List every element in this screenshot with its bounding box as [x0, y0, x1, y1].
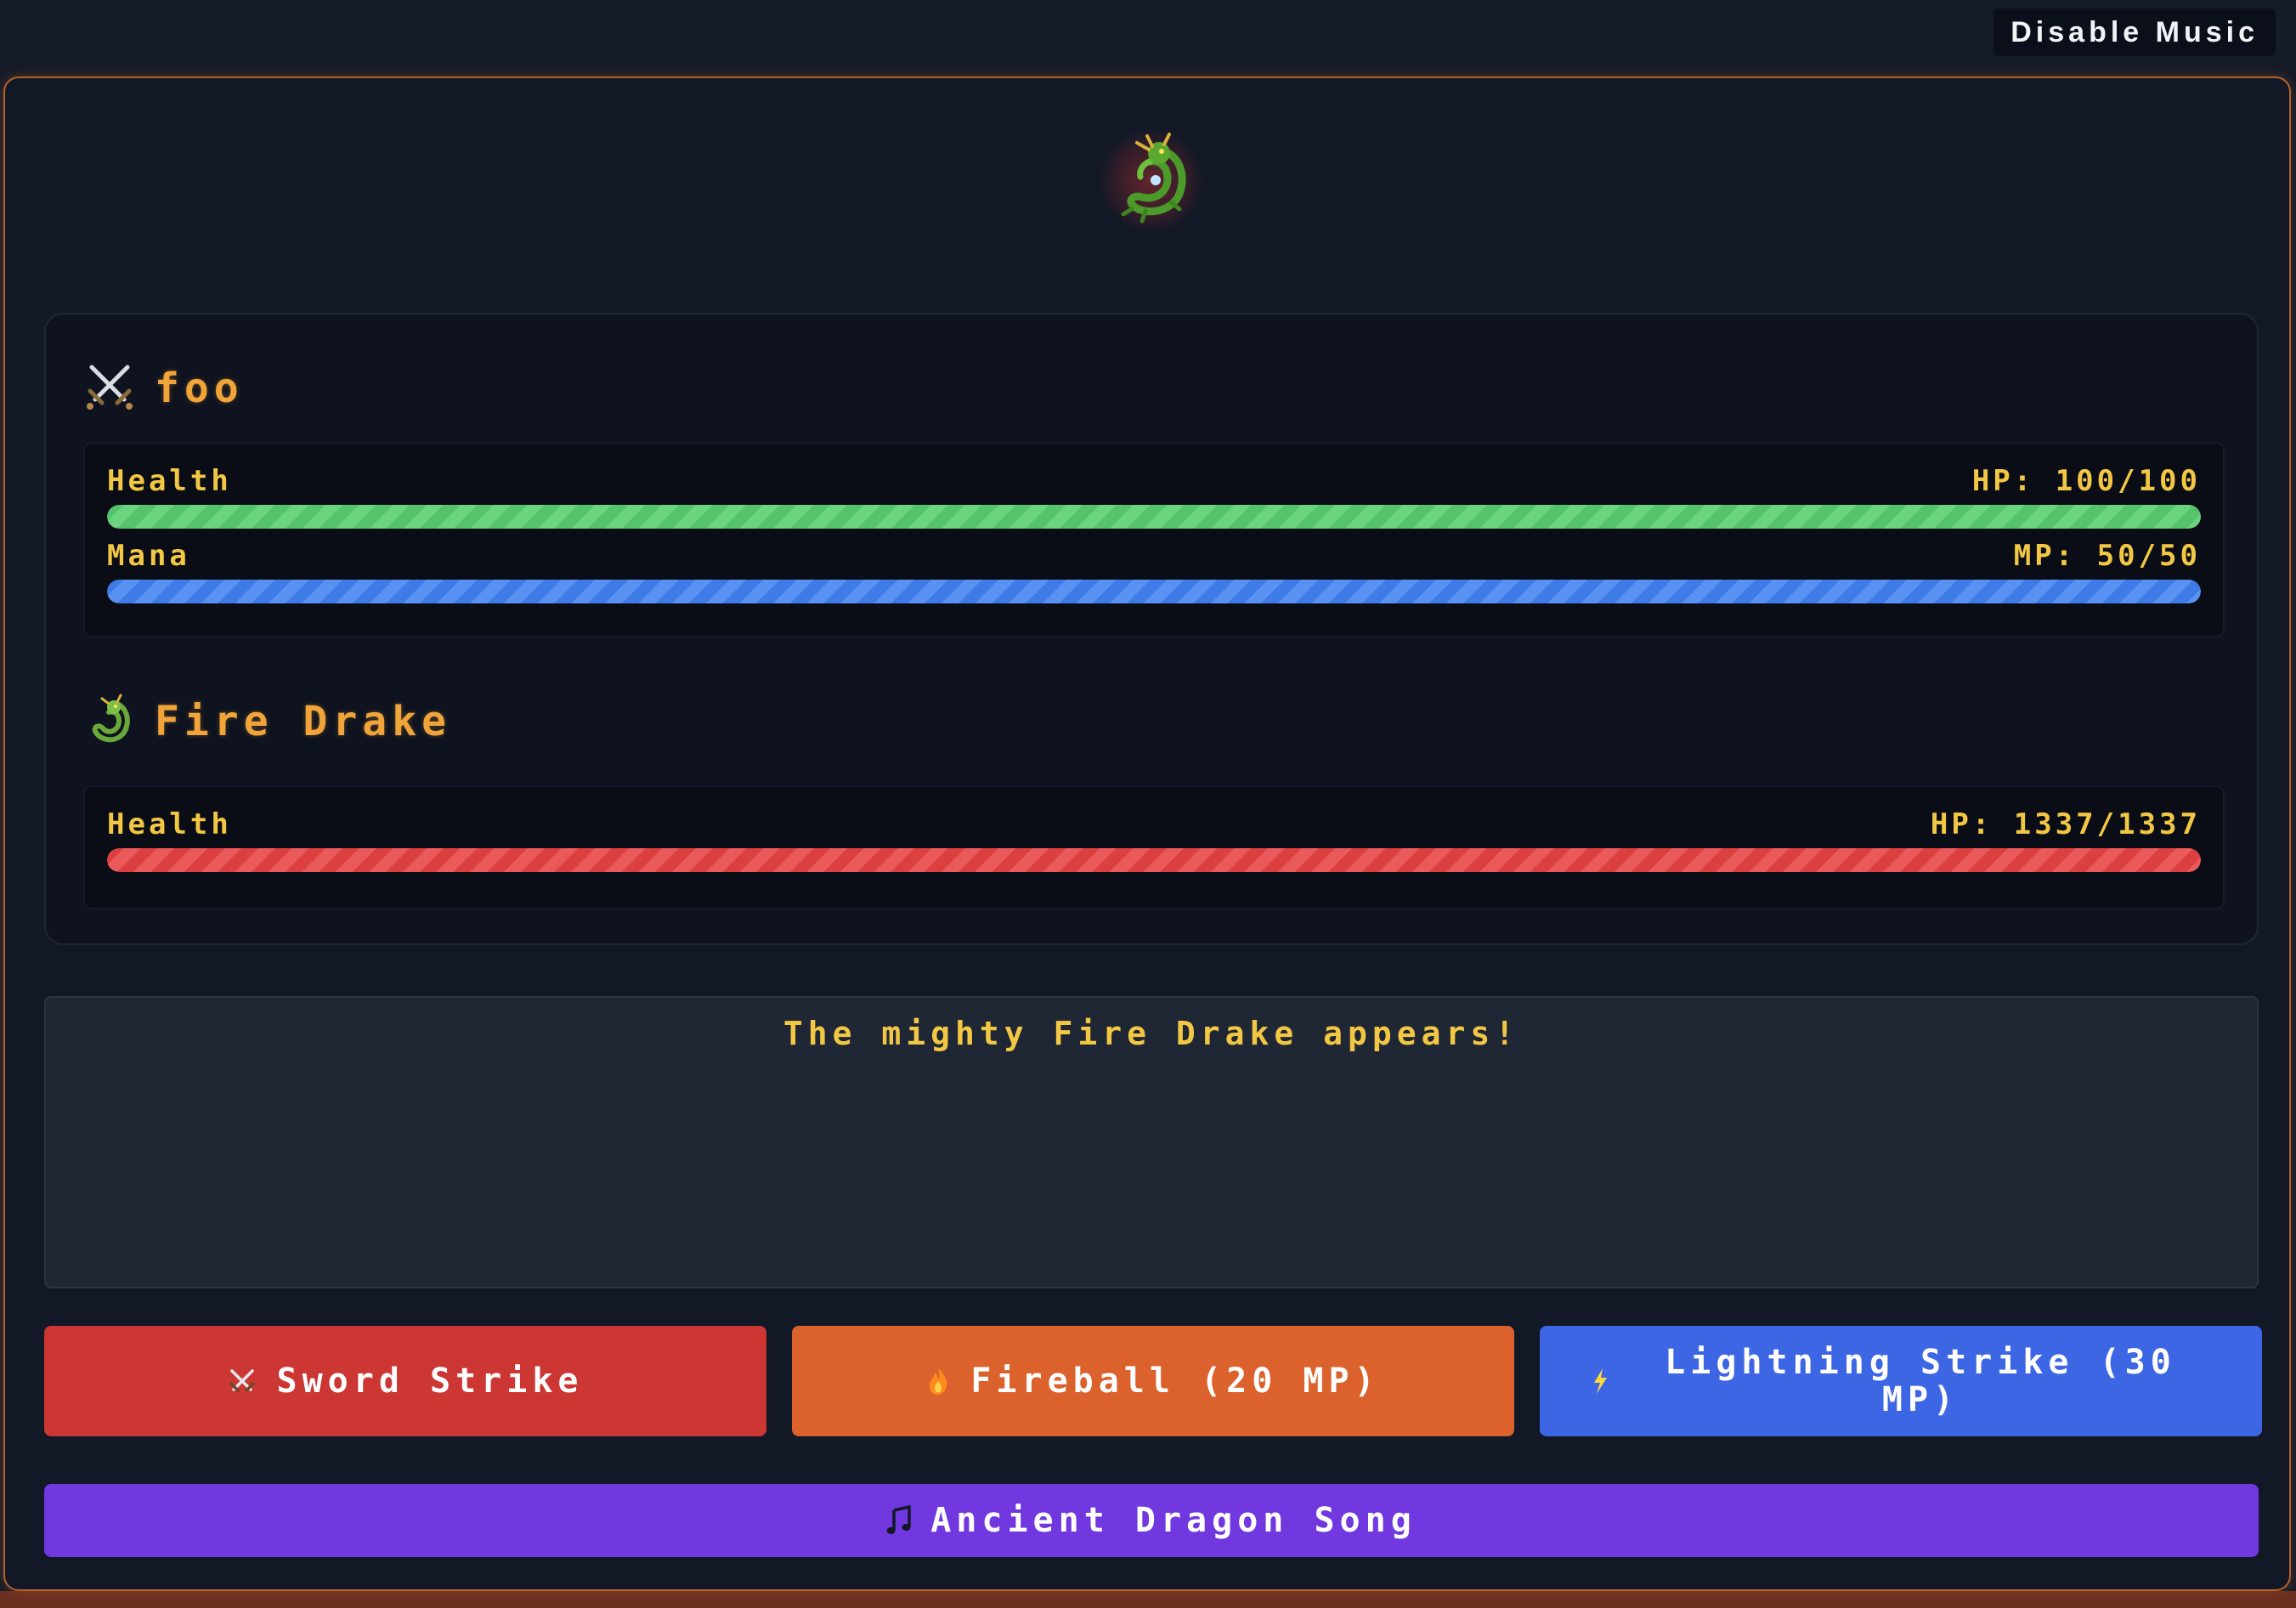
fireball-label: Fireball (20 MP) [970, 1362, 1380, 1401]
player-mana-fill [107, 580, 2201, 603]
enemy-health-bar [107, 848, 2201, 872]
lightning-strike-button[interactable]: Lightning Strike (30 MP) [1540, 1326, 2262, 1436]
battle-log: The mighty Fire Drake appears! [44, 996, 2259, 1288]
player-health-fill [107, 505, 2201, 529]
enemy-health-fill [107, 848, 2201, 872]
enemy-header: Fire Drake [83, 694, 451, 750]
lightning-strike-label: Lightning Strike (30 MP) [1665, 1343, 2176, 1419]
player-health-bar [107, 505, 2201, 529]
ancient-dragon-song-label: Ancient Dragon Song [930, 1501, 1417, 1540]
enemy-name: Fire Drake [155, 698, 451, 745]
page-bottom-strip [0, 1591, 2296, 1608]
enemy-health-label: Health [107, 807, 232, 841]
player-header: foo [83, 360, 244, 416]
combatant-stats-panel: foo Health HP: 100/100 Mana MP: 50/50 Fi… [44, 313, 2259, 945]
player-name: foo [155, 365, 244, 412]
sword-strike-label: Sword Strike [276, 1362, 584, 1401]
player-mana-value: MP: 50/50 [2013, 539, 2201, 573]
player-health-label: Health [107, 464, 232, 498]
crossed-swords-icon [83, 360, 136, 416]
battle-log-message: The mighty Fire Drake appears! [783, 1015, 1520, 1052]
sword-strike-button[interactable]: Sword Strike [44, 1326, 766, 1436]
player-mana-bar [107, 580, 2201, 603]
disable-music-button[interactable]: Disable Music [1993, 8, 2276, 56]
dragon-emblem-icon [1098, 127, 1205, 235]
crossed-swords-icon [228, 1367, 257, 1396]
lightning-icon [1591, 1367, 1609, 1396]
music-note-icon [886, 1505, 912, 1536]
player-health-value: HP: 100/100 [1971, 464, 2201, 498]
fire-icon [926, 1366, 950, 1396]
dragon-icon [83, 694, 136, 750]
game-panel: foo Health HP: 100/100 Mana MP: 50/50 Fi… [3, 76, 2291, 1591]
fireball-button[interactable]: Fireball (20 MP) [792, 1326, 1514, 1436]
player-bars: Health HP: 100/100 Mana MP: 50/50 [83, 442, 2225, 637]
enemy-health-value: HP: 1337/1337 [1930, 807, 2201, 841]
enemy-bars: Health HP: 1337/1337 [83, 785, 2225, 909]
ancient-dragon-song-button[interactable]: Ancient Dragon Song [44, 1484, 2259, 1557]
player-mana-label: Mana [107, 539, 190, 573]
